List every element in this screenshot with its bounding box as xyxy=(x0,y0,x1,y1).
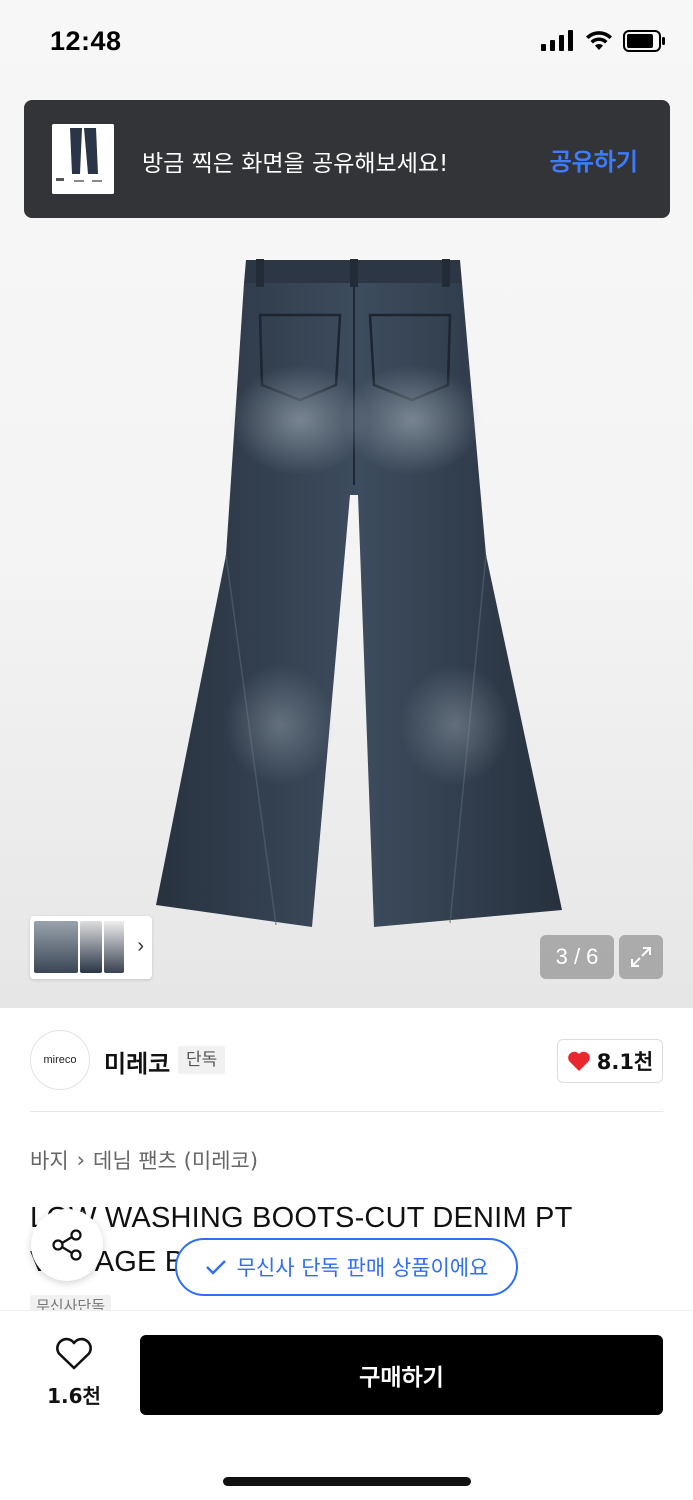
expand-button[interactable] xyxy=(619,935,663,979)
check-icon xyxy=(205,1260,226,1275)
share-message: 방금 찍은 화면을 공유해보세요! xyxy=(142,151,449,177)
brand-row: mireco 미레코 단독 8.1천 xyxy=(30,1030,663,1090)
exclusive-toast: 무신사 단독 판매 상품이에요 xyxy=(175,1238,518,1296)
wishlist-button[interactable]: 1.6천 xyxy=(40,1337,108,1409)
home-indicator xyxy=(223,1477,471,1486)
screenshot-share-banner: 방금 찍은 화면을 공유해보세요! 공유하기 xyxy=(24,100,670,218)
status-icons xyxy=(541,30,667,52)
thumbnail-3[interactable] xyxy=(104,921,124,973)
chevron-right-icon[interactable]: › xyxy=(137,935,144,958)
expand-icon xyxy=(631,947,651,967)
heart-filled-icon xyxy=(567,1051,590,1071)
share-now-button[interactable]: 공유하기 xyxy=(550,142,638,177)
breadcrumb-separator: › xyxy=(76,1148,86,1172)
heart-outline-icon xyxy=(56,1337,92,1370)
battery-icon xyxy=(623,30,665,52)
brand-like-button[interactable]: 8.1천 xyxy=(557,1039,663,1083)
status-bar: 12:48 xyxy=(0,0,693,86)
share-button[interactable] xyxy=(31,1209,103,1281)
brand-logo[interactable]: mireco xyxy=(30,1030,90,1090)
screenshot-thumbnail[interactable] xyxy=(52,124,114,194)
exclusive-badge: 단독 xyxy=(178,1046,226,1074)
bottom-action-bar: 1.6천 구매하기 xyxy=(0,1310,693,1500)
wifi-icon xyxy=(586,31,612,50)
thumbnail-1[interactable] xyxy=(34,921,78,973)
breadcrumb-subcategory[interactable]: 데님 팬츠 (미레코) xyxy=(93,1145,258,1175)
buy-button[interactable]: 구매하기 xyxy=(140,1335,663,1415)
thumbnail-2[interactable] xyxy=(80,921,102,973)
breadcrumb: 바지 › 데님 팬츠 (미레코) xyxy=(30,1145,258,1175)
brand-like-count: 8.1천 xyxy=(596,1050,654,1074)
wishlist-count: 1.6천 xyxy=(47,1384,101,1408)
product-image-jeans[interactable] xyxy=(150,255,570,935)
toast-message: 무신사 단독 판매 상품이에요 xyxy=(236,1256,489,1280)
share-icon xyxy=(52,1229,82,1261)
brand-name[interactable]: 미레코 xyxy=(104,1044,170,1079)
image-counter: 3 / 6 xyxy=(540,935,614,979)
divider xyxy=(30,1111,663,1112)
breadcrumb-category[interactable]: 바지 xyxy=(30,1145,69,1175)
status-time: 12:48 xyxy=(50,26,122,56)
cellular-signal-icon xyxy=(541,30,573,51)
gallery-thumbnail-strip[interactable]: › xyxy=(30,916,152,979)
